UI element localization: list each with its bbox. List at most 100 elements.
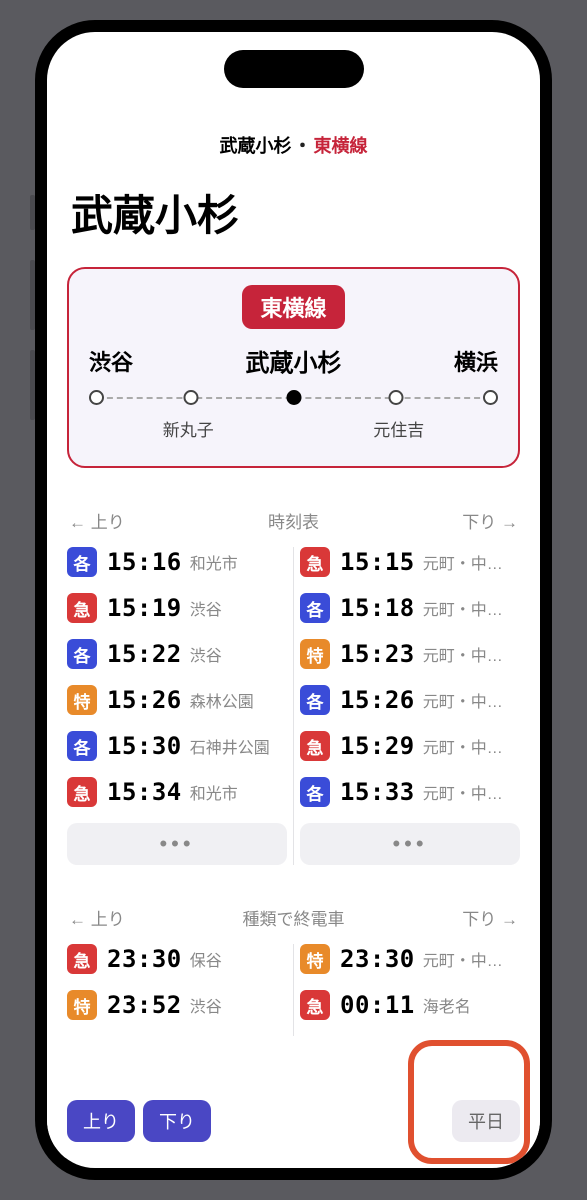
departure-time: 15:33 (340, 778, 415, 806)
timetable-down-column: 急15:15元町・中…各15:18元町・中…特15:23元町・中…各15:26元… (300, 547, 520, 865)
departure-time: 15:18 (340, 594, 415, 622)
train-type-badge: 各 (67, 731, 97, 761)
train-type-badge: 各 (300, 593, 330, 623)
timetable-title: 時刻表 (268, 508, 319, 533)
train-type-badge: 各 (67, 639, 97, 669)
departure-time: 23:52 (107, 991, 182, 1019)
destination: 元町・中… (423, 780, 503, 804)
direction-up-label[interactable]: ← 上り (69, 508, 125, 533)
phone-frame: 武蔵小杉・東横線 武蔵小杉 東横線 渋谷 武蔵小杉 横浜 (35, 20, 552, 1180)
station-dot (388, 390, 403, 405)
train-row[interactable]: 急15:19渋谷 (67, 593, 287, 623)
train-row[interactable]: 急 23:30 保谷 (67, 944, 287, 974)
destination: 渋谷 (190, 596, 222, 620)
direction-down-label[interactable]: 下り → (462, 905, 518, 930)
last-trains-header: ← 上り 種類で終電車 下り → (67, 905, 520, 930)
departure-time: 00:11 (340, 991, 415, 1019)
departure-time: 15:29 (340, 732, 415, 760)
train-row[interactable]: 特23:52渋谷 (67, 990, 287, 1020)
destination: 元町・中… (423, 947, 503, 971)
destination: 和光市 (190, 780, 238, 804)
current-station-dot (286, 390, 301, 405)
adjacent-station-right: 元住吉 (373, 416, 424, 441)
destination: 石神井公園 (190, 734, 270, 758)
destination: 元町・中… (423, 642, 503, 666)
train-row[interactable]: 各15:33元町・中… (300, 777, 520, 807)
up-direction-button[interactable]: 上り (67, 1100, 135, 1142)
timetable-columns: 各15:16和光市急15:19渋谷各15:22渋谷特15:26森林公園各15:3… (67, 547, 520, 865)
train-row[interactable]: 急00:11海老名 (300, 990, 520, 1020)
departure-time: 15:34 (107, 778, 182, 806)
train-type-badge: 特 (300, 639, 330, 669)
destination: 森林公園 (190, 688, 254, 712)
day-type-button[interactable]: 平日 (452, 1100, 520, 1142)
last-trains-columns: 急 23:30 保谷特 23:52 渋谷 特 23:30 元町・中… 急 00:11 海老名 (67, 944, 520, 1036)
destination: 元町・中… (423, 688, 503, 712)
departure-time: 23:30 (340, 945, 415, 973)
train-type-badge: 急 (67, 944, 97, 974)
departure-time: 15:26 (107, 686, 182, 714)
departure-time: 15:15 (340, 548, 415, 576)
screen: 武蔵小杉・東横線 武蔵小杉 東横線 渋谷 武蔵小杉 横浜 (47, 32, 540, 1168)
terminal-right: 横浜 (454, 345, 498, 377)
breadcrumb-line: 東横線 (314, 136, 368, 156)
line-name-badge: 東横線 (242, 285, 344, 329)
departure-time: 23:30 (107, 945, 182, 973)
train-row[interactable]: 特 23:30 元町・中… (300, 944, 520, 974)
train-row[interactable]: 急 15:29 元町・中… (300, 731, 520, 761)
down-direction-button[interactable]: 下り (143, 1100, 211, 1142)
train-row[interactable]: 各 15:30 石神井公園 (67, 731, 287, 761)
destination: 海老名 (423, 993, 471, 1017)
arrow-right-icon: → (501, 513, 518, 532)
train-row[interactable]: 特 15:23 元町・中… (300, 639, 520, 669)
train-type-badge: 急 (67, 777, 97, 807)
destination: 元町・中… (423, 550, 503, 574)
train-row[interactable]: 特15:26森林公園 (67, 685, 287, 715)
timetable-header: ← 上り 時刻表 下り → (67, 508, 520, 533)
breadcrumb-separator: ・ (294, 136, 312, 156)
direction-down-label[interactable]: 下り → (462, 508, 518, 533)
train-type-badge: 急 (67, 593, 97, 623)
last-trains-title: 種類で終電車 (243, 905, 345, 930)
train-row[interactable]: 各 15:22 渋谷 (67, 639, 287, 669)
train-row[interactable]: 各15:26元町・中… (300, 685, 520, 715)
train-type-badge: 急 (300, 547, 330, 577)
last-trains-up-column: 急23:30保谷特23:52渋谷 (67, 944, 287, 1036)
line-track (89, 388, 498, 408)
departure-time: 15:23 (340, 640, 415, 668)
train-row[interactable]: 急 15:34 和光市 (67, 777, 287, 807)
bottom-toolbar: 上り 下り 平日 (47, 1090, 540, 1158)
destination: 和光市 (190, 550, 238, 574)
train-row[interactable]: 各 15:16 和光市 (67, 547, 287, 577)
destination: 渋谷 (190, 642, 222, 666)
more-button[interactable]: ••• (300, 823, 520, 865)
departure-time: 15:16 (107, 548, 182, 576)
direction-up-label[interactable]: ← 上り (69, 905, 125, 930)
train-type-badge: 特 (300, 944, 330, 974)
train-row[interactable]: 急 15:15 元町・中… (300, 547, 520, 577)
current-station: 武蔵小杉 (246, 343, 342, 378)
arrow-left-icon: ← (69, 910, 86, 929)
arrow-right-icon: → (501, 910, 518, 929)
column-divider (293, 944, 294, 1036)
departure-time: 15:22 (107, 640, 182, 668)
train-row[interactable]: 各 15:18 元町・中… (300, 593, 520, 623)
column-divider (293, 547, 294, 865)
train-type-badge: 急 (300, 731, 330, 761)
destination: 元町・中… (423, 596, 503, 620)
destination: 保谷 (190, 947, 222, 971)
more-button[interactable]: ••• (67, 823, 287, 865)
station-dot (184, 390, 199, 405)
departure-time: 15:30 (107, 732, 182, 760)
dynamic-island (224, 50, 364, 88)
train-type-badge: 各 (67, 547, 97, 577)
destination: 元町・中… (423, 734, 503, 758)
page-title: 武蔵小杉 (67, 182, 520, 243)
line-map-card[interactable]: 東横線 渋谷 武蔵小杉 横浜 新丸子 元住吉 (67, 267, 520, 468)
station-dot (483, 390, 498, 405)
breadcrumb-station: 武蔵小杉 (220, 136, 292, 156)
destination: 渋谷 (190, 993, 222, 1017)
breadcrumb: 武蔵小杉・東横線 (67, 132, 520, 158)
last-trains-down-column: 特23:30元町・中…急00:11海老名 (300, 944, 520, 1036)
arrow-left-icon: ← (69, 513, 86, 532)
